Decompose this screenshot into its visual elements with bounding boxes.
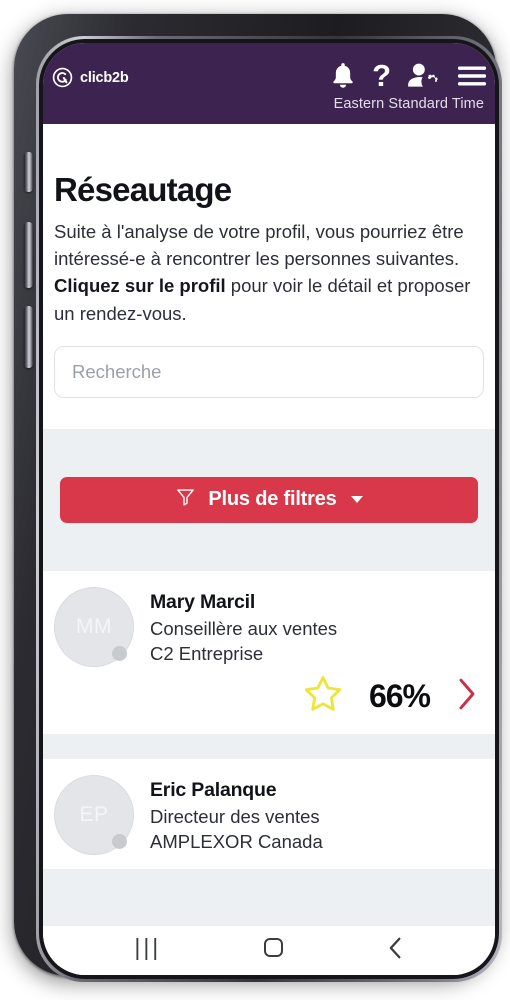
- contact-card[interactable]: EP Eric Palanque Directeur des ventes AM…: [43, 758, 495, 869]
- chevron-right-icon[interactable]: [455, 676, 479, 717]
- hamburger-menu-icon[interactable]: [456, 63, 488, 89]
- user-settings-icon[interactable]: [407, 62, 440, 90]
- intro-panel: Réseautage Suite à l'analyse de votre pr…: [43, 124, 495, 429]
- phone-volume-up-button[interactable]: [24, 222, 33, 288]
- star-outline-icon[interactable]: [302, 673, 344, 720]
- more-filters-label: Plus de filtres: [208, 488, 337, 511]
- contact-role: Conseillère aux ventes: [150, 617, 338, 639]
- search-field-wrapper: [54, 345, 484, 398]
- contact-details: Mary Marcil Conseillère aux ventes C2 En…: [150, 587, 484, 667]
- contact-organization: AMPLEXOR Canada: [150, 830, 323, 852]
- avatar-status-dot: [112, 645, 127, 661]
- contact-name: Eric Palanque: [150, 778, 277, 801]
- more-filters-button[interactable]: Plus de filtres: [60, 476, 478, 523]
- intro-paragraph-1: Suite à l'analyse de votre profil, vous …: [54, 221, 464, 270]
- notifications-bell-icon[interactable]: [330, 61, 356, 90]
- card-separator: [43, 733, 495, 759]
- home-square-icon[interactable]: [263, 938, 283, 957]
- avatar-status-dot: [112, 833, 127, 849]
- contact-card[interactable]: MM Mary Marcil Conseillère aux ventes C2…: [43, 570, 495, 734]
- funnel-filter-icon: [175, 486, 196, 513]
- contact-card-top: MM Mary Marcil Conseillère aux ventes C2…: [54, 586, 484, 667]
- header-icon-group: ?: [330, 60, 488, 91]
- android-navigation-bar: |||: [43, 926, 495, 975]
- brand-name-label: clicb2b: [80, 69, 129, 86]
- contact-card-actions: 66%: [54, 667, 484, 720]
- contact-role: Directeur des ventes: [150, 805, 320, 827]
- help-question-icon[interactable]: ?: [372, 60, 391, 91]
- phone-screen: clicb2b ? Eastern Standard Time Réseauta…: [43, 43, 495, 975]
- intro-paragraph-2: Cliquez sur le profil pour voir le détai…: [54, 272, 484, 326]
- phone-mute-button[interactable]: [24, 152, 33, 192]
- avatar-initials: MM: [76, 614, 112, 638]
- avatar-initials: EP: [79, 802, 109, 826]
- contact-organization: C2 Entreprise: [150, 642, 264, 664]
- contact-details: Eric Palanque Directeur des ventes AMPLE…: [150, 775, 484, 855]
- search-input[interactable]: [54, 345, 484, 398]
- match-percentage: 66%: [368, 677, 431, 714]
- contact-name: Mary Marcil: [150, 590, 256, 613]
- page-title: Réseautage: [54, 171, 232, 208]
- avatar: MM: [54, 586, 134, 667]
- avatar: EP: [54, 774, 134, 855]
- phone-volume-down-button[interactable]: [24, 306, 33, 368]
- filter-section: Plus de filtres: [43, 428, 495, 571]
- contact-card-top: EP Eric Palanque Directeur des ventes AM…: [54, 774, 484, 855]
- phone-device-frame: clicb2b ? Eastern Standard Time Réseauta…: [14, 14, 502, 982]
- app-header: clicb2b ? Eastern Standard Time: [43, 43, 495, 124]
- back-chevron-icon[interactable]: [386, 936, 404, 960]
- timezone-label: Eastern Standard Time: [333, 96, 484, 112]
- intro-bold-lead: Cliquez sur le profil: [54, 275, 226, 297]
- chevron-down-icon: [350, 496, 363, 504]
- clicb2b-logo-icon: [52, 67, 73, 88]
- recent-apps-icon[interactable]: |||: [134, 936, 161, 959]
- page-content-scroll[interactable]: Réseautage Suite à l'analyse de votre pr…: [43, 124, 495, 926]
- brand-logo[interactable]: clicb2b: [52, 67, 129, 88]
